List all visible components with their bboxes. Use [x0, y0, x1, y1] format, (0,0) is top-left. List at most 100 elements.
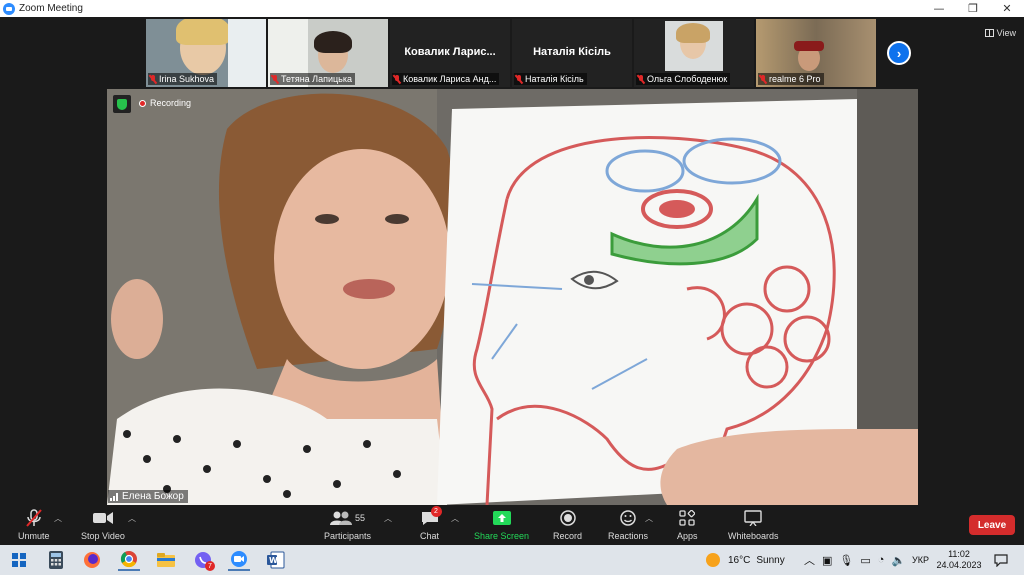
participant-tile[interactable]: Тетяна Лапицька	[268, 19, 388, 87]
video-camera-icon	[92, 509, 113, 527]
meeting-toolbar: Unmute ︿ Stop Video ︿ 55 Participants ︿ …	[0, 505, 1024, 545]
language-indicator[interactable]: УКР	[912, 545, 929, 575]
speaker-hand-left	[111, 279, 163, 359]
chat-label: Chat	[420, 531, 440, 541]
record-button[interactable]: Record	[553, 509, 582, 541]
participant-name: Тетяна Лапицька	[281, 74, 352, 84]
participant-name: Наталія Кісіль	[525, 74, 584, 84]
participants-label: Participants	[324, 531, 372, 541]
reactions-label: Reactions	[608, 531, 649, 541]
view-button-label: View	[996, 28, 1016, 38]
clock-time: 11:02	[948, 549, 970, 559]
view-button[interactable]: View	[984, 26, 1016, 40]
clock[interactable]: 11:02 24.04.2023	[936, 545, 981, 575]
chrome-icon[interactable]	[118, 549, 140, 571]
chat-button[interactable]: 2 Chat	[420, 506, 442, 541]
chevron-up-icon[interactable]: ︿	[645, 513, 653, 524]
notifications-icon[interactable]	[990, 549, 1012, 571]
participant-tile[interactable]: Наталія Кісіль Наталія Кісіль	[512, 19, 632, 87]
viber-badge: 7	[205, 561, 215, 571]
file-explorer-icon[interactable]	[155, 549, 177, 571]
smiley-icon	[620, 509, 636, 527]
recording-dot-icon	[139, 99, 146, 107]
close-button[interactable]: ✕	[990, 0, 1024, 17]
participant-label: Ковалик Лариса Анд...	[392, 73, 500, 85]
leave-button[interactable]: Leave	[969, 515, 1015, 535]
recording-label: Recording	[150, 98, 192, 108]
window-title: Zoom Meeting	[19, 3, 83, 14]
participants-button[interactable]: 55 Participants	[324, 509, 371, 541]
participant-tile[interactable]: Ольга Слободенюк	[634, 19, 754, 87]
participant-hair	[314, 31, 352, 53]
chevron-up-icon[interactable]: ︿	[804, 552, 815, 568]
windows-taskbar: 7 W 16°C Sunny ︿ ▣ 🎙 ▭ ◔ 🔈 УКР 11:02 24.…	[0, 545, 1024, 575]
chat-unread-badge: 2	[430, 506, 442, 517]
participant-tile-name: Ковалик Ларис...	[404, 46, 496, 58]
participant-tile[interactable]: realme 6 Pro	[756, 19, 876, 87]
participant-hair	[676, 23, 710, 43]
share-screen-button[interactable]: Share Screen	[474, 509, 529, 541]
participant-label: Тетяна Лапицька	[270, 73, 355, 85]
microphone-icon[interactable]: 🎙	[839, 554, 853, 567]
mic-muted-icon	[271, 74, 279, 84]
speaker-face	[274, 149, 450, 369]
whiteboard-icon	[744, 509, 762, 527]
weather-temperature: 16°C	[728, 554, 751, 566]
chevron-up-icon[interactable]: ︿	[128, 513, 136, 524]
calculator-icon[interactable]	[45, 549, 67, 571]
chevron-up-icon[interactable]: ︿	[451, 513, 459, 524]
stop-video-button[interactable]: Stop Video	[81, 509, 125, 541]
record-icon	[559, 509, 576, 527]
participant-tile[interactable]: Irina Sukhova	[146, 19, 266, 87]
apps-button[interactable]: Apps	[677, 509, 698, 541]
firefox-icon[interactable]	[81, 549, 103, 571]
next-page-button[interactable]: ›	[887, 41, 911, 65]
restore-button[interactable]: ❐	[956, 0, 990, 17]
share-screen-icon	[492, 509, 511, 527]
windows-start-icon[interactable]	[8, 549, 30, 571]
background-wall	[228, 19, 266, 87]
apps-label: Apps	[677, 531, 698, 541]
chevron-up-icon[interactable]: ︿	[384, 513, 392, 524]
stop-video-label: Stop Video	[81, 531, 125, 541]
mic-muted-icon	[637, 74, 645, 84]
participant-label: realme 6 Pro	[758, 73, 824, 85]
minimize-button[interactable]: —	[922, 0, 956, 17]
speaker-video-frame	[107, 89, 918, 505]
whiteboards-button[interactable]: Whiteboards	[728, 509, 779, 541]
mic-muted-icon	[393, 74, 401, 84]
viber-icon[interactable]: 7	[192, 549, 215, 571]
zoom-logo-icon	[3, 2, 15, 15]
speaker-label: Елена Божор	[108, 490, 188, 503]
whiteboards-label: Whiteboards	[728, 531, 779, 541]
camera-in-use-icon[interactable]: ▣	[822, 554, 832, 567]
volume-icon[interactable]: 🔈	[891, 554, 905, 567]
participant-name: Irina Sukhova	[159, 74, 215, 84]
participant-tile[interactable]: Ковалик Ларис... Ковалик Лариса Анд...	[390, 19, 510, 87]
record-label: Record	[553, 531, 583, 541]
weather-condition: Sunny	[756, 554, 785, 566]
title-bar: Zoom Meeting — ❐ ✕	[0, 0, 1024, 17]
participant-tile-name: Наталія Кісіль	[533, 46, 611, 58]
reactions-button[interactable]: Reactions	[608, 509, 648, 541]
word-icon[interactable]: W	[265, 549, 287, 571]
system-tray-icons: ︿ ▣ 🎙 ▭ ◔ 🔈	[804, 545, 905, 575]
zoom-app-icon[interactable]	[228, 549, 250, 571]
participant-name: Ольга Слободенюк	[647, 74, 728, 84]
share-screen-label: Share Screen	[474, 531, 530, 541]
battery-icon[interactable]: ▭	[860, 554, 870, 567]
chevron-up-icon[interactable]: ︿	[54, 513, 62, 524]
participant-label: Ольга Слободенюк	[636, 73, 731, 85]
mic-muted-icon	[515, 74, 523, 84]
sun-icon	[706, 553, 720, 567]
speaker-name: Елена Божор	[122, 491, 184, 502]
grid-view-icon	[984, 29, 994, 37]
mic-muted-icon	[759, 74, 767, 84]
participant-hair	[176, 19, 230, 45]
wifi-icon[interactable]: ◔	[878, 554, 885, 566]
meeting-area: View Irina Sukhova Тетяна Лапицька Ковал…	[0, 17, 1024, 505]
participants-count: 55	[355, 513, 366, 523]
encryption-shield-icon[interactable]	[113, 95, 131, 113]
unmute-button[interactable]: Unmute	[18, 509, 50, 541]
weather-widget[interactable]: 16°C Sunny	[706, 545, 785, 575]
